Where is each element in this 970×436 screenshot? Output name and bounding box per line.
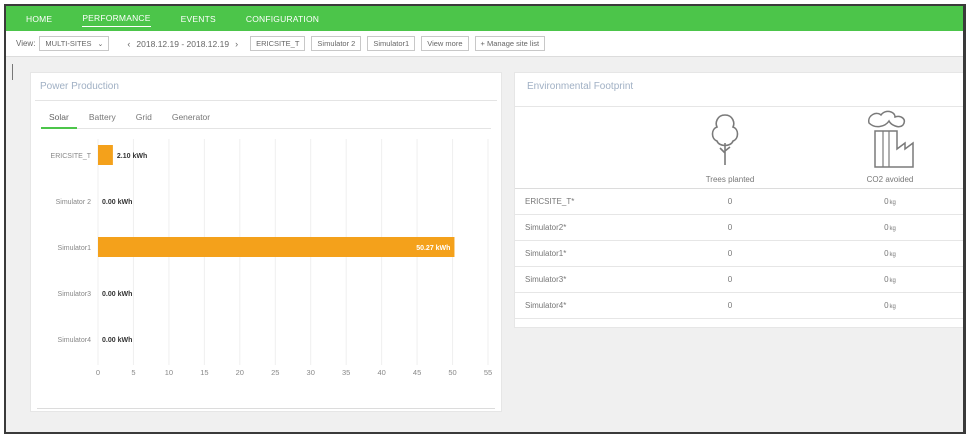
tree-icon bbox=[711, 114, 739, 165]
nav-events[interactable]: EVENTS bbox=[181, 11, 216, 27]
date-range-picker[interactable]: ‹ 2018.12.19 - 2018.12.19 › bbox=[121, 39, 244, 49]
view-label: View: bbox=[16, 39, 36, 48]
category-label: Simulator3 bbox=[58, 291, 92, 298]
row-co2: 0kg bbox=[805, 275, 963, 284]
toolbar: View: MULTI-SITES ⌄ ‹ 2018.12.19 - 2018.… bbox=[6, 31, 963, 57]
row-trees: 0 bbox=[727, 275, 733, 284]
row-site: ERICSITE_T* bbox=[525, 197, 575, 206]
divider bbox=[12, 64, 13, 80]
row-trees: 0 bbox=[727, 301, 733, 310]
nav-performance[interactable]: PERFORMANCE bbox=[82, 10, 151, 27]
chevron-left-icon[interactable]: ‹ bbox=[127, 39, 130, 49]
row-site: Simulator2* bbox=[525, 223, 567, 232]
row-co2: 0kg bbox=[805, 301, 963, 310]
x-tick-label: 0 bbox=[96, 368, 100, 377]
x-tick-label: 50 bbox=[448, 368, 456, 377]
factory-icon bbox=[868, 110, 914, 168]
x-tick-label: 55 bbox=[484, 368, 492, 377]
co2-value: 0 bbox=[884, 197, 889, 206]
x-tick-label: 10 bbox=[165, 368, 173, 377]
row-co2: 0kg bbox=[805, 197, 963, 206]
x-tick-label: 45 bbox=[413, 368, 421, 377]
category-label: Simulator1 bbox=[58, 245, 92, 252]
environmental-footprint-title: Environmental Footprint bbox=[527, 81, 634, 92]
environmental-footprint-card: Environmental Footprint Trees planted CO… bbox=[514, 72, 963, 328]
view-select-value: MULTI-SITES bbox=[45, 39, 92, 48]
category-label: ERICSITE_T bbox=[51, 153, 92, 160]
row-co2: 0kg bbox=[805, 249, 963, 258]
co2-unit: kg bbox=[889, 304, 896, 310]
bar-value-label: 50.27 kWh bbox=[416, 245, 450, 252]
chevron-down-icon: ⌄ bbox=[97, 40, 104, 48]
co2-unit: kg bbox=[889, 226, 896, 232]
bar-value-label: 0.00 kWh bbox=[102, 337, 132, 344]
category-label: Simulator4 bbox=[58, 337, 92, 344]
app-window: HOME PERFORMANCE EVENTS CONFIGURATION Vi… bbox=[4, 4, 966, 434]
bar-value-label: 0.00 kWh bbox=[102, 291, 132, 298]
header-co2: CO2 avoided bbox=[866, 175, 914, 184]
footprint-icons bbox=[515, 107, 963, 171]
card-bottom-divider bbox=[37, 408, 495, 409]
bar-value-label: 0.00 kWh bbox=[102, 199, 132, 206]
row-co2: 0kg bbox=[805, 223, 963, 232]
power-production-card: Power Production Solar Battery Grid Gene… bbox=[30, 72, 502, 412]
x-tick-label: 15 bbox=[200, 368, 208, 377]
site-button-simulator1[interactable]: Simulator1 bbox=[367, 36, 416, 51]
date-range-text: 2018.12.19 - 2018.12.19 bbox=[136, 38, 230, 49]
x-tick-label: 25 bbox=[271, 368, 279, 377]
x-tick-label: 5 bbox=[131, 368, 135, 377]
manage-site-list-button[interactable]: + Manage site list bbox=[474, 36, 546, 51]
nav-home[interactable]: HOME bbox=[26, 11, 52, 27]
co2-value: 0 bbox=[884, 301, 889, 310]
co2-unit: kg bbox=[889, 278, 896, 284]
row-trees: 0 bbox=[727, 249, 733, 258]
site-button-simulator2[interactable]: Simulator 2 bbox=[311, 36, 362, 51]
x-tick-label: 35 bbox=[342, 368, 350, 377]
table-row: Simulator1* 0 0kg bbox=[515, 241, 963, 267]
category-label: Simulator 2 bbox=[56, 199, 92, 206]
bar-value-label: 2.10 kWh bbox=[117, 153, 147, 160]
x-tick-label: 40 bbox=[377, 368, 385, 377]
x-tick-label: 30 bbox=[307, 368, 315, 377]
environment-table: Trees planted CO2 avoided ERICSITE_T* 0 … bbox=[515, 171, 963, 319]
row-site: Simulator3* bbox=[525, 275, 567, 284]
co2-unit: kg bbox=[889, 252, 896, 258]
bar bbox=[98, 237, 455, 257]
x-tick-label: 20 bbox=[236, 368, 244, 377]
co2-value: 0 bbox=[884, 275, 889, 284]
top-navigation: HOME PERFORMANCE EVENTS CONFIGURATION bbox=[6, 6, 963, 31]
table-row: Simulator4* 0 0kg bbox=[515, 293, 963, 319]
row-trees: 0 bbox=[727, 223, 733, 232]
table-row: Simulator2* 0 0kg bbox=[515, 215, 963, 241]
co2-value: 0 bbox=[884, 249, 889, 258]
row-trees: 0 bbox=[727, 197, 733, 206]
power-production-chart: 0 5 10 15 20 25 30 35 40 45 50 55 ERICSITE_T 2.10 kWh… bbox=[51, 139, 492, 377]
co2-value: 0 bbox=[884, 223, 889, 232]
view-more-button[interactable]: View more bbox=[421, 36, 469, 51]
table-row: Simulator3* 0 0kg bbox=[515, 267, 963, 293]
site-button-ericsite[interactable]: ERICSITE_T bbox=[250, 36, 306, 51]
view-select[interactable]: MULTI-SITES ⌄ bbox=[39, 36, 110, 51]
bar bbox=[98, 145, 113, 165]
table-header: Trees planted CO2 avoided bbox=[515, 171, 963, 189]
chevron-right-icon[interactable]: › bbox=[235, 39, 238, 49]
row-site: Simulator1* bbox=[525, 249, 567, 258]
co2-unit: kg bbox=[889, 200, 896, 206]
row-site: Simulator4* bbox=[525, 301, 567, 310]
header-trees: Trees planted bbox=[705, 175, 755, 184]
nav-configuration[interactable]: CONFIGURATION bbox=[246, 11, 319, 27]
table-row: ERICSITE_T* 0 0kg bbox=[515, 189, 963, 215]
